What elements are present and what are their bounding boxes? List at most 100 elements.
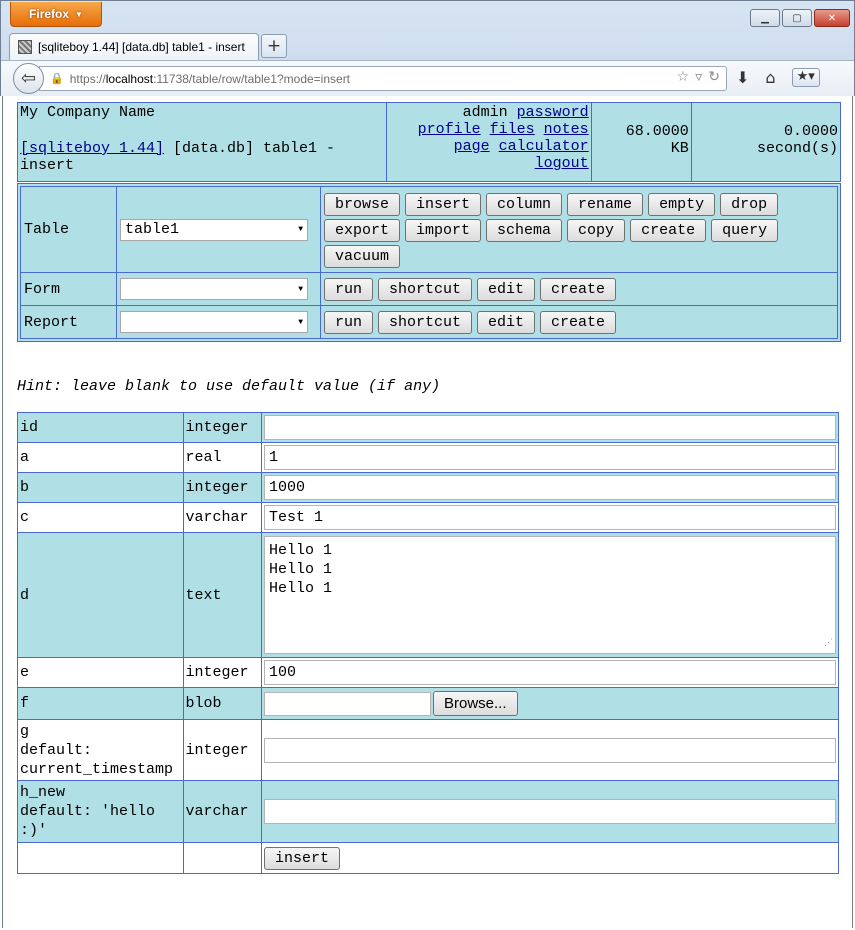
report-edit-button[interactable]: edit bbox=[477, 311, 536, 334]
column-type: blob bbox=[182, 687, 262, 720]
table-row: b integer 1000 bbox=[17, 472, 839, 503]
page-link[interactable]: page bbox=[454, 138, 490, 155]
column-type: integer bbox=[182, 657, 262, 688]
column-type: varchar bbox=[182, 780, 262, 843]
table-label: Table bbox=[20, 186, 117, 273]
back-button[interactable]: ⇦ bbox=[13, 63, 44, 94]
back-arrow-icon: ⇦ bbox=[20, 68, 37, 89]
form-shortcut-button[interactable]: shortcut bbox=[378, 278, 473, 301]
profile-link[interactable]: profile bbox=[418, 121, 481, 138]
files-link[interactable]: files bbox=[490, 121, 535, 138]
star-icon[interactable]: ☆ bbox=[677, 69, 690, 85]
home-icon[interactable]: ⌂ bbox=[765, 68, 775, 87]
browser-tab[interactable]: [sqliteboy 1.44] [data.db] table1 - inse… bbox=[9, 33, 259, 60]
password-link[interactable]: password bbox=[517, 104, 589, 121]
download-icon[interactable]: ⬇ bbox=[736, 68, 749, 87]
vacuum-button[interactable]: vacuum bbox=[324, 244, 401, 268]
navigation-panel: Table table1 ▼ browse insert column rename em… bbox=[17, 183, 841, 342]
insert-nav-button[interactable]: insert bbox=[405, 192, 482, 216]
resize-grip-icon[interactable]: ⋰ bbox=[824, 634, 833, 653]
window-controls: ▁ ▢ ✕ bbox=[750, 9, 850, 27]
browse-file-button[interactable]: Browse... bbox=[433, 691, 518, 716]
column-name: a bbox=[17, 442, 184, 473]
value-cell: Browse... bbox=[261, 687, 839, 720]
firefox-menu-button[interactable]: Firefox ▼ bbox=[10, 2, 102, 27]
b-input[interactable]: 1000 bbox=[264, 475, 836, 500]
notes-link[interactable]: notes bbox=[544, 121, 589, 138]
copy-button[interactable]: copy bbox=[567, 218, 626, 242]
file-name-field[interactable] bbox=[264, 691, 431, 716]
drop-button[interactable]: drop bbox=[720, 192, 779, 216]
bookmarks-icon[interactable]: ★▾ bbox=[791, 68, 820, 87]
maximize-button[interactable]: ▢ bbox=[782, 9, 812, 27]
value-cell bbox=[261, 412, 839, 443]
refresh-icon[interactable]: ↻ bbox=[708, 69, 720, 85]
column-type: integer bbox=[182, 719, 262, 781]
report-actions-cell: run shortcut edit create bbox=[320, 305, 838, 339]
hint-text: Hint: leave blank to use default value (… bbox=[17, 378, 441, 395]
calculator-link[interactable]: calculator bbox=[499, 138, 589, 155]
value-cell: 1 bbox=[261, 442, 839, 473]
e-input[interactable]: 100 bbox=[264, 660, 836, 685]
user-links-cell: admin password profile files notes page … bbox=[386, 102, 592, 182]
column-name: h_new default: 'hello :)' bbox=[17, 780, 184, 843]
elapsed-time-unit: second(s) bbox=[756, 140, 838, 157]
app-home-link[interactable]: [sqliteboy 1.44] bbox=[20, 140, 164, 157]
form-select[interactable]: ▼ bbox=[120, 278, 308, 300]
table-select[interactable]: table1 ▼ bbox=[120, 218, 308, 241]
form-edit-button[interactable]: edit bbox=[477, 278, 536, 301]
c-input[interactable]: Test 1 bbox=[264, 505, 836, 530]
table-row: d text Hello 1 Hello 1 Hello 1 ⋰ bbox=[17, 532, 839, 658]
close-window-button[interactable]: ✕ bbox=[814, 9, 850, 27]
column-type: real bbox=[182, 442, 262, 473]
h-new-input[interactable] bbox=[264, 799, 836, 824]
chevron-down-icon: ▼ bbox=[298, 225, 303, 234]
schema-button[interactable]: schema bbox=[486, 218, 563, 242]
d-textarea[interactable]: Hello 1 Hello 1 Hello 1 ⋰ bbox=[264, 536, 836, 654]
form-run-button[interactable]: run bbox=[324, 278, 374, 301]
create-table-button[interactable]: create bbox=[630, 218, 707, 242]
report-run-button[interactable]: run bbox=[324, 311, 374, 334]
table-row: h_new default: 'hello :)' varchar bbox=[17, 780, 839, 843]
empty-button[interactable]: empty bbox=[648, 192, 716, 216]
column-name: id bbox=[17, 412, 184, 443]
column-name: d bbox=[17, 532, 184, 658]
navigation-bar: 🔒 https://localhost:11738/table/row/tabl… bbox=[1, 60, 854, 96]
tab-title: [sqliteboy 1.44] [data.db] table1 - inse… bbox=[38, 40, 245, 54]
value-cell bbox=[261, 780, 839, 843]
a-input[interactable]: 1 bbox=[264, 445, 836, 470]
insert-submit-button[interactable]: insert bbox=[264, 846, 341, 870]
empty-cell bbox=[17, 842, 184, 874]
column-type: text bbox=[182, 532, 262, 658]
g-input[interactable] bbox=[264, 737, 836, 763]
db-size-unit: KB bbox=[670, 140, 689, 157]
form-actions-cell: run shortcut edit create bbox=[320, 272, 838, 306]
report-create-button[interactable]: create bbox=[540, 311, 617, 334]
browse-button[interactable]: browse bbox=[324, 192, 401, 216]
value-cell: 100 bbox=[261, 657, 839, 688]
export-button[interactable]: export bbox=[324, 218, 401, 242]
rename-button[interactable]: rename bbox=[567, 192, 644, 216]
import-button[interactable]: import bbox=[405, 218, 482, 242]
table-select-value: table1 bbox=[125, 221, 180, 238]
query-button[interactable]: query bbox=[711, 218, 779, 242]
dropdown-icon[interactable]: ▿ bbox=[695, 69, 702, 85]
column-button[interactable]: column bbox=[486, 192, 563, 216]
table-row: e integer 100 bbox=[17, 657, 839, 688]
logout-link[interactable]: logout bbox=[535, 155, 589, 172]
firefox-menu-label: Firefox bbox=[29, 7, 70, 21]
lock-icon: 🔒 bbox=[50, 72, 64, 85]
form-create-button[interactable]: create bbox=[540, 278, 617, 301]
report-shortcut-button[interactable]: shortcut bbox=[378, 311, 473, 334]
empty-cell bbox=[182, 842, 262, 874]
minimize-button[interactable]: ▁ bbox=[750, 9, 780, 27]
report-label: Report bbox=[20, 305, 117, 339]
id-input[interactable] bbox=[264, 415, 836, 440]
f-file-input: Browse... bbox=[264, 691, 836, 716]
new-tab-button[interactable]: + bbox=[261, 34, 287, 58]
url-bar[interactable]: 🔒 https://localhost:11738/table/row/tabl… bbox=[39, 66, 727, 91]
header-table: My Company Name [sqliteboy 1.44] [data.d… bbox=[16, 102, 842, 182]
table-row: a real 1 bbox=[17, 442, 839, 473]
page-favicon-icon bbox=[18, 40, 32, 54]
report-select[interactable]: ▼ bbox=[120, 311, 308, 333]
